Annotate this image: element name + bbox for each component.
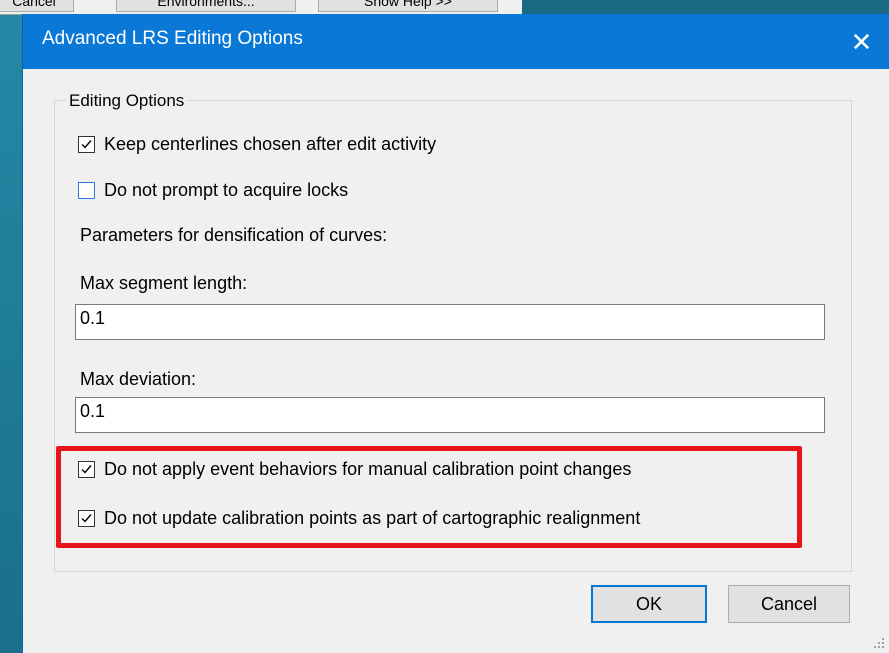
check-icon — [81, 514, 92, 523]
close-button[interactable]: ✕ — [834, 14, 889, 69]
max-segment-length-input[interactable]: 0.1 — [75, 304, 825, 340]
close-icon: ✕ — [850, 26, 873, 57]
no-update-calibration-option[interactable]: Do not update calibration points as part… — [78, 508, 640, 529]
background-window-titlebar — [522, 0, 889, 14]
dialog-title: Advanced LRS Editing Options — [42, 28, 303, 49]
no-prompt-locks-checkbox[interactable] — [78, 182, 95, 199]
no-event-behaviors-checkbox[interactable] — [78, 461, 95, 478]
no-update-calibration-label: Do not update calibration points as part… — [104, 508, 641, 528]
advanced-lrs-editing-options-dialog: Advanced LRS Editing Options ✕ Editing O… — [22, 14, 889, 653]
max-deviation-label: Max deviation: — [80, 369, 197, 389]
background-window-edge — [0, 0, 22, 653]
resize-grip-icon[interactable] — [873, 637, 885, 649]
check-icon — [81, 140, 92, 149]
cancel-button[interactable]: Cancel — [728, 585, 850, 623]
no-update-calibration-checkbox[interactable] — [78, 510, 95, 527]
ok-button[interactable]: OK — [591, 585, 707, 623]
keep-centerlines-option[interactable]: Keep centerlines chosen after edit activ… — [78, 134, 436, 155]
densification-label: Parameters for densification of curves: — [80, 225, 388, 245]
no-event-behaviors-option[interactable]: Do not apply event behaviors for manual … — [78, 459, 631, 480]
keep-centerlines-label: Keep centerlines chosen after edit activ… — [104, 134, 437, 154]
background-show-help-button[interactable]: Show Help >> — [318, 0, 498, 12]
background-environments-button[interactable]: Environments... — [116, 0, 296, 12]
max-deviation-input[interactable]: 0.1 — [75, 397, 825, 433]
background-cancel-button[interactable]: Cancel — [0, 0, 74, 12]
check-icon — [81, 465, 92, 474]
no-prompt-locks-option[interactable]: Do not prompt to acquire locks — [78, 180, 348, 201]
keep-centerlines-checkbox[interactable] — [78, 136, 95, 153]
no-event-behaviors-label: Do not apply event behaviors for manual … — [104, 459, 632, 479]
max-segment-length-label: Max segment length: — [80, 273, 248, 293]
editing-options-group-title: Editing Options — [66, 91, 188, 111]
no-prompt-locks-label: Do not prompt to acquire locks — [104, 180, 349, 200]
dialog-titlebar[interactable]: Advanced LRS Editing Options ✕ — [23, 14, 889, 69]
